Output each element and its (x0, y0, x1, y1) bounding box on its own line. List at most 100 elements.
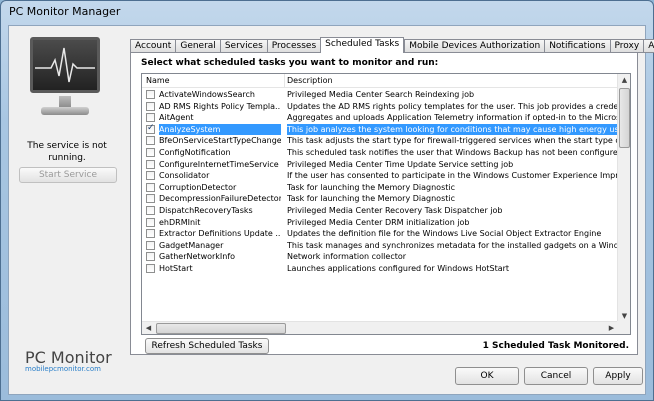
task-name: Consolidator (159, 171, 210, 181)
tab-about[interactable]: About (643, 39, 654, 53)
tab-scheduled-tasks[interactable]: Scheduled Tasks (320, 37, 405, 53)
tab-general[interactable]: General (175, 39, 220, 53)
pc-monitor-logo: PC Monitor mobilepcmonitor.com (25, 348, 125, 373)
scroll-up-icon[interactable]: ▲ (618, 76, 630, 84)
start-service-button[interactable]: Start Service (19, 167, 117, 183)
task-checkbox[interactable] (146, 124, 155, 134)
heartbeat-icon (35, 47, 95, 83)
task-description: Task for launching the Memory Diagnostic (287, 194, 456, 204)
task-name: HotStart (159, 263, 193, 273)
service-status: The service is not running. (27, 141, 107, 163)
task-rows: ActivateWindowsSearch Privileged Media Ce… (142, 89, 618, 275)
vertical-scroll-thumb[interactable] (619, 88, 630, 148)
column-header-description[interactable]: Description (287, 76, 333, 85)
monitored-count: 1 Scheduled Task Monitored. (482, 341, 629, 351)
scroll-left-icon[interactable]: ◀ (142, 324, 155, 332)
tab-processes[interactable]: Processes (266, 39, 321, 53)
refresh-scheduled-tasks-button[interactable]: Refresh Scheduled Tasks (145, 338, 269, 354)
cancel-button[interactable]: Cancel (524, 367, 588, 385)
task-checkbox[interactable] (146, 159, 155, 169)
task-description: This task manages and synchronizes metad… (287, 240, 617, 250)
task-description: Privileged Media Center Recovery Task Di… (287, 205, 503, 215)
table-row[interactable]: DispatchRecoveryTasks Privileged Media Ce… (142, 205, 618, 217)
task-description: Network information collector (287, 252, 407, 262)
task-checkbox[interactable] (146, 90, 155, 99)
tasks-list: Name Description ActivateWindowsSearch Pr… (141, 73, 631, 335)
task-name: GatherNetworkInfo (159, 252, 236, 262)
task-name: GadgetManager (159, 240, 224, 250)
task-name: ehDRMInit (159, 217, 201, 227)
title-bar[interactable]: PC Monitor Manager (1, 1, 653, 23)
table-row[interactable]: ActivateWindowsSearch Privileged Media Ce… (142, 89, 618, 101)
table-row[interactable]: ehDRMInit Privileged Media Center DRM ini… (142, 217, 618, 229)
scrollbar-corner (617, 321, 630, 334)
tab-bar: Account General Services Processes Sched… (130, 37, 654, 53)
task-checkbox[interactable] (146, 217, 155, 227)
table-row[interactable]: ConfigNotification This scheduled task no… (142, 147, 618, 159)
table-row[interactable]: ConfigureInternetTimeService Privileged M… (142, 159, 618, 171)
monitor-icon (23, 34, 107, 134)
task-checkbox[interactable] (146, 171, 155, 181)
task-description: If the user has consented to participate… (287, 171, 617, 181)
task-checkbox[interactable] (146, 263, 155, 273)
table-row[interactable]: CorruptionDetector Task for launching the… (142, 182, 618, 194)
task-name: AD RMS Rights Policy Templa... (159, 101, 281, 111)
client-area: The service is not running. Start Servic… (8, 25, 654, 395)
table-row[interactable]: Extractor Definitions Update ... Updates … (142, 228, 618, 240)
table-row[interactable]: Consolidator If the user has consented to… (142, 170, 618, 182)
vertical-scrollbar[interactable]: ▲ ▼ (617, 74, 630, 322)
task-description: This job analyzes the system looking for… (287, 123, 618, 136)
ok-button[interactable]: OK (455, 367, 519, 385)
task-checkbox[interactable] (146, 113, 155, 123)
task-description: Aggregates and uploads Application Telem… (287, 113, 617, 123)
task-description: This scheduled task notifies the user th… (287, 147, 617, 157)
task-checkbox[interactable] (146, 182, 155, 192)
scroll-down-icon[interactable]: ▼ (618, 312, 630, 320)
panel-heading: Select what scheduled tasks you want to … (141, 58, 439, 68)
monitor-screen (30, 37, 100, 93)
task-checkbox[interactable] (146, 136, 155, 146)
task-description: Launches applications configured for Win… (287, 263, 510, 273)
column-separator[interactable] (284, 74, 285, 88)
horizontal-scroll-thumb[interactable] (156, 323, 286, 334)
task-name: AnalyzeSystem (159, 123, 281, 136)
list-header: Name Description (142, 74, 618, 88)
tab-notifications[interactable]: Notifications (544, 39, 610, 53)
task-description: Updates the AD RMS rights policy templat… (287, 101, 617, 111)
task-description: Privileged Media Center Time Update Serv… (287, 159, 514, 169)
tab-services[interactable]: Services (219, 39, 267, 53)
main-window: PC Monitor Manager The service is not ru… (0, 0, 654, 401)
task-name: ActivateWindowsSearch (159, 90, 255, 99)
task-description: Updates the definition file for the Wind… (287, 229, 602, 239)
table-row[interactable]: HotStart Launches applications configured… (142, 263, 618, 275)
table-row[interactable]: BfeOnServiceStartTypeChange This task adj… (142, 135, 618, 147)
tab-account[interactable]: Account (130, 39, 176, 53)
table-row[interactable]: DecompressionFailureDetector Task for lau… (142, 193, 618, 205)
tab-mobile-devices-authorization[interactable]: Mobile Devices Authorization (404, 39, 545, 53)
task-name: AitAgent (159, 113, 194, 123)
task-checkbox[interactable] (146, 101, 155, 111)
task-name: CorruptionDetector (159, 182, 237, 192)
tab-proxy[interactable]: Proxy (609, 39, 644, 53)
task-checkbox[interactable] (146, 194, 155, 204)
task-checkbox[interactable] (146, 229, 155, 239)
task-checkbox[interactable] (146, 205, 155, 215)
horizontal-scrollbar[interactable]: ◀ ▶ (142, 321, 618, 334)
apply-button[interactable]: Apply (593, 367, 643, 385)
table-row[interactable]: AitAgent Aggregates and uploads Applicati… (142, 112, 618, 124)
table-row[interactable]: GadgetManager This task manages and synch… (142, 240, 618, 252)
task-name: DispatchRecoveryTasks (159, 205, 253, 215)
task-name: Extractor Definitions Update ... (159, 229, 281, 239)
table-row[interactable]: AnalyzeSystem This job analyzes the syste… (142, 123, 618, 136)
task-description: Privileged Media Center DRM initializati… (287, 217, 470, 227)
task-name: ConfigureInternetTimeService (159, 159, 279, 169)
task-checkbox[interactable] (146, 147, 155, 157)
task-checkbox[interactable] (146, 252, 155, 262)
task-checkbox[interactable] (146, 240, 155, 250)
column-header-name[interactable]: Name (146, 76, 170, 85)
table-row[interactable]: AD RMS Rights Policy Templa... Updates th… (142, 101, 618, 113)
task-name: DecompressionFailureDetector (159, 194, 281, 204)
table-row[interactable]: GatherNetworkInfo Network information col… (142, 251, 618, 263)
task-name: ConfigNotification (159, 147, 231, 157)
task-description: Privileged Media Center Search Reindexin… (287, 90, 475, 99)
